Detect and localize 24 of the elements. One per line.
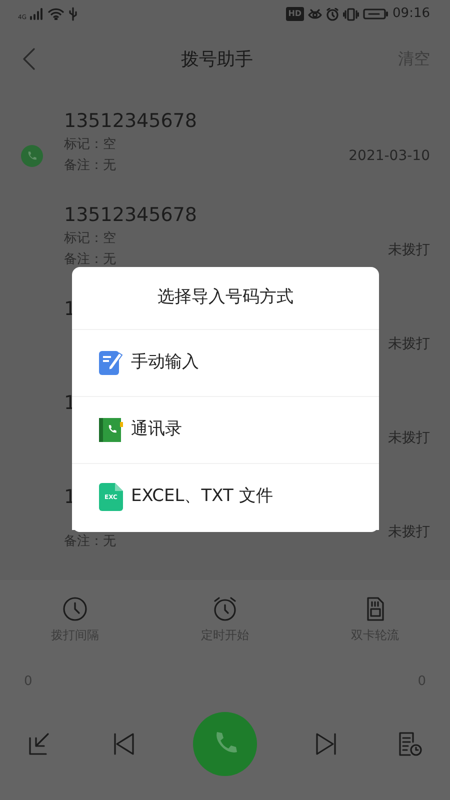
eye-icon (308, 8, 322, 20)
alarm-icon (326, 8, 339, 20)
call-status: 未拨打 (388, 334, 430, 354)
battery-icon (362, 8, 389, 20)
wifi-icon (48, 8, 64, 20)
clock-icon (62, 596, 88, 622)
spreadsheet-file-icon (99, 483, 123, 511)
alarm-clock-icon (212, 596, 238, 622)
clock-time: 09:16 (392, 5, 430, 24)
contact-book-icon (99, 417, 123, 443)
call-status: 未拨打 (388, 428, 430, 448)
back-icon (22, 47, 36, 72)
hd-badge: HD (286, 7, 304, 21)
vibrate-icon (342, 8, 359, 20)
page-title: 拨号助手 (181, 48, 253, 72)
phone-number: 13512345678 (64, 203, 197, 228)
back-button[interactable] (22, 46, 36, 72)
signal-icon (30, 8, 44, 20)
phone-number: 13512345678 (64, 109, 197, 134)
note-pen-icon (99, 350, 123, 376)
call-status: 未拨打 (388, 240, 430, 260)
call-status: 未拨打 (388, 522, 430, 542)
dialog-title: 选择导入号码方式 (158, 286, 294, 310)
call-date: 2021-03-10 (348, 146, 430, 166)
